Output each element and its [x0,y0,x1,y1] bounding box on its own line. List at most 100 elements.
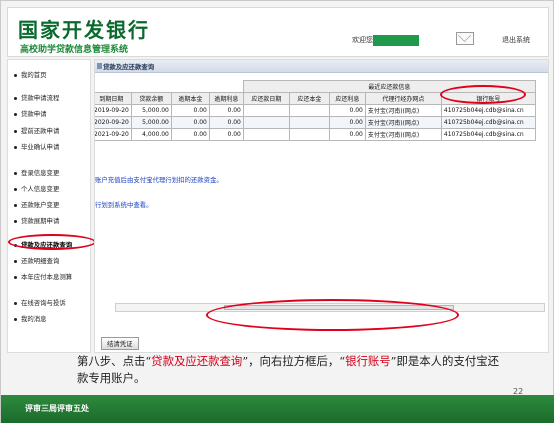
bullet-icon [14,129,17,133]
sidebar-item-graduation[interactable]: 毕业确认申请 [14,142,59,151]
caption-highlight: 贷款及应还款查询 [151,354,243,368]
bullet-icon [14,73,17,77]
bullet-icon [14,317,17,321]
welcome-text: 欢迎您 [352,36,373,44]
table-row[interactable]: 2020-09-20 5,000.00 0.00 0.00 0.00 支付宝(河… [95,116,536,129]
table-cell: 4,000.00 [130,128,172,141]
note-line-2: 行划到系统中查看。 [95,201,153,209]
table-cell: 410725b04ej.cdb@sina.cn [440,116,536,129]
table-cell: 2021-09-20 [95,128,132,141]
table-row[interactable]: 2019-09-20 5,000.00 0.00 0.00 0.00 支付宝(河… [95,104,536,117]
table-cell: 支付宝(河南)(网点) [364,128,442,141]
table-cell [288,104,330,117]
column-header[interactable]: 到期日期 [95,92,132,105]
sidebar-item-consult[interactable]: 在线咨询与投诉 [14,298,66,307]
panel-title: 贷款及应还款查询 [103,63,155,71]
bullet-icon [14,112,17,116]
bullet-icon [14,187,17,191]
column-header[interactable]: 应还本金 [288,92,330,105]
sidebar-item-label: 还款账户变更 [21,201,60,209]
caption-text: ”，向右拉方框后，“ [242,354,346,368]
highlight-oval-bank-account [440,85,526,104]
instruction-caption: 第八步、点击“贷款及应还款查询”，向右拉方框后，“银行账号”即是本人的支付宝还款… [77,353,507,387]
footer-text: 评审三局评审五处 [25,404,89,413]
sidebar-item-interest-calc[interactable]: 本年应付本息测算 [14,272,72,281]
sidebar-item-label: 还款明细查询 [21,257,60,265]
sidebar-item-label: 登录信息变更 [21,169,60,177]
table-cell: 支付宝(河南)(网点) [364,104,442,117]
table-cell [242,128,290,141]
bullet-icon [14,301,17,305]
sidebar-item-login-info[interactable]: 登录信息变更 [14,168,59,177]
sidebar-item-label: 在线咨询与投诉 [21,299,66,307]
panel-icon [97,63,102,69]
bullet-icon [14,259,17,263]
bank-title: 国家开发银行 [18,18,150,42]
highlight-oval-sidebar [8,234,96,250]
sidebar-item-label: 我的首页 [21,71,47,79]
table-cell: 0.00 [170,104,210,117]
bullet-icon [14,96,17,100]
table-cell: 0.00 [328,104,366,117]
panel-header: 贷款及应还款查询 [95,60,548,73]
table-cell [288,128,330,141]
table-cell: 2019-09-20 [95,104,132,117]
column-header[interactable]: 逾期本金 [170,92,210,105]
sidebar: 我的首页 贷款申请流程 贷款申请 提前还款申请 毕业确认申请 登录信息变更 个人… [7,59,96,353]
table-cell: 0.00 [170,128,210,141]
column-header[interactable]: 代理行经办网点 [364,92,442,105]
sidebar-item-label: 毕业确认申请 [21,143,60,151]
sidebar-item-repay-detail[interactable]: 还款明细查询 [14,256,59,265]
table-cell [242,116,290,129]
sidebar-item-label: 本年应付本息测算 [21,273,73,281]
app-header: 国家开发银行 高校助学贷款信息管理系统 欢迎您 退出系统 [7,7,549,57]
bullet-icon [14,219,17,223]
sidebar-item-label: 贷款申请 [21,110,47,118]
settlement-proof-button[interactable]: 结清凭证 [101,337,139,350]
sidebar-item-label: 个人信息变更 [21,185,60,193]
table-cell: 支付宝(河南)(网点) [364,116,442,129]
caption-highlight: 银行账号 [345,354,391,368]
bullet-icon [14,275,17,279]
table-row[interactable]: 2021-09-20 4,000.00 0.00 0.00 0.00 支付宝(河… [95,128,536,141]
caption-text: 第八步、点击“ [77,354,152,368]
sidebar-item-loan-process[interactable]: 贷款申请流程 [14,93,59,102]
column-header[interactable]: 应还款日期 [242,92,290,105]
note-line-1: 账户充值后由支付宝代理行划扣的还款资金。 [95,176,223,184]
sidebar-item-extension[interactable]: 贷款展期申请 [14,216,59,225]
sidebar-item-early-repay[interactable]: 提前还款申请 [14,126,59,135]
table-cell: 0.00 [170,116,210,129]
sidebar-item-loan-apply[interactable]: 贷款申请 [14,109,47,118]
sidebar-item-home[interactable]: 我的首页 [14,70,47,79]
table-cell: 5,000.00 [130,116,172,129]
sidebar-item-label: 贷款申请流程 [21,94,60,102]
table-cell: 5,000.00 [130,104,172,117]
bullet-icon [14,203,17,207]
sidebar-item-personal-info[interactable]: 个人信息变更 [14,184,59,193]
table-cell [242,104,290,117]
username-redacted [373,35,419,46]
table-cell: 410725b04ej.cdb@sina.cn [440,128,536,141]
column-header[interactable]: 逾期利息 [208,92,244,105]
table-group-header-spacer [95,80,244,93]
mail-icon[interactable] [456,32,474,45]
table-cell: 0.00 [208,128,244,141]
sidebar-item-label: 提前还款申请 [21,127,60,135]
table-cell: 2020-09-20 [95,116,132,129]
column-header[interactable]: 应还利息 [328,92,366,105]
table-cell: 0.00 [208,116,244,129]
slide-footer: 评审三局评审五处 [1,395,554,423]
table-cell: 410725b04ej.cdb@sina.cn [440,104,536,117]
highlight-oval-scrollbar [206,299,459,331]
table-cell [288,116,330,129]
table-cell: 0.00 [328,116,366,129]
sidebar-item-label: 贷款展期申请 [21,217,60,225]
sidebar-item-messages[interactable]: 我的消息 [14,314,47,323]
system-title: 高校助学贷款信息管理系统 [20,45,129,55]
column-header[interactable]: 贷款余额 [130,92,172,105]
logout-button[interactable]: 退出系统 [502,35,530,45]
bullet-icon [14,145,17,149]
table-cell: 0.00 [328,128,366,141]
sidebar-item-label: 我的消息 [21,315,47,323]
sidebar-item-repay-account[interactable]: 还款账户变更 [14,200,59,209]
